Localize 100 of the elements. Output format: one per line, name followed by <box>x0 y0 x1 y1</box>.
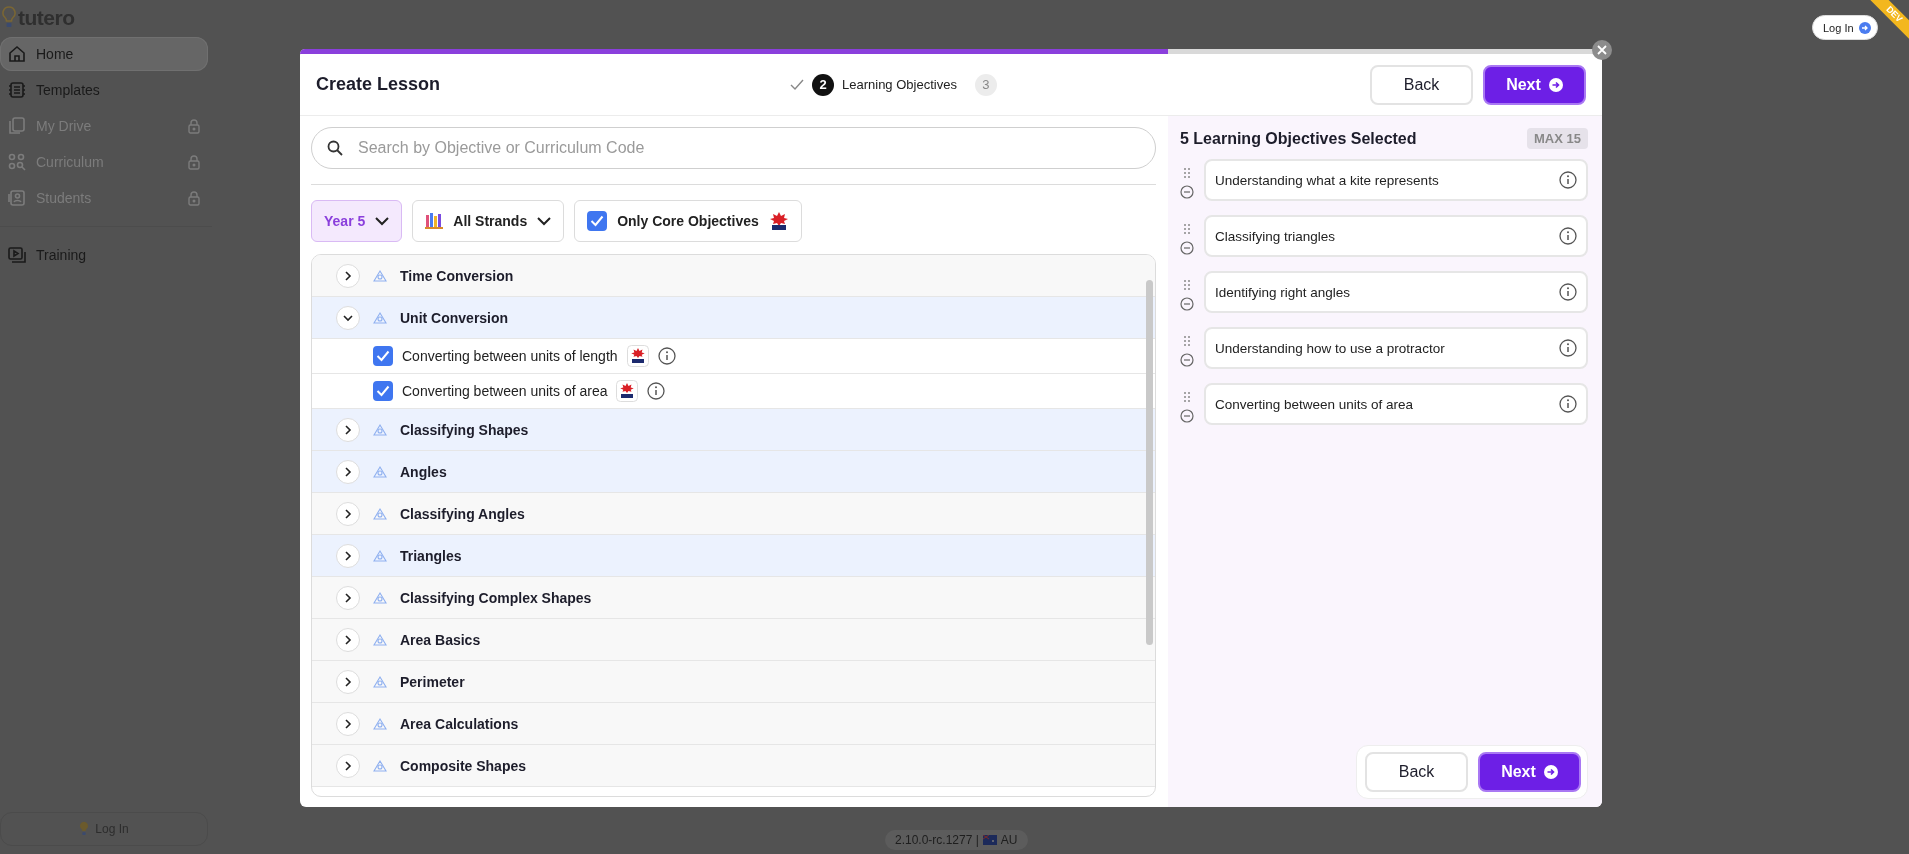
topic-row[interactable]: Triangles <box>312 535 1155 577</box>
remove-icon[interactable] <box>1180 185 1194 199</box>
topic-label: Classifying Angles <box>400 505 525 522</box>
drag-handle-icon[interactable] <box>1183 335 1191 347</box>
arrow-icon <box>1543 765 1558 779</box>
arrow-icon <box>1858 21 1871 34</box>
objective-label: Converting between units of area <box>1215 396 1414 412</box>
chevron-icon <box>343 550 353 561</box>
objective-label: Classifying triangles <box>1215 228 1336 244</box>
topic-row[interactable]: Unit Conversion <box>312 297 1155 339</box>
year-dropdown[interactable]: Year 5 <box>311 200 403 242</box>
scrollbar[interactable] <box>1146 280 1153 645</box>
checkbox[interactable] <box>587 211 608 231</box>
info-icon[interactable] <box>647 382 666 400</box>
chevron-icon <box>537 216 552 226</box>
topic-row[interactable]: Area Basics <box>312 619 1155 661</box>
search-field[interactable]: Search by Objective or Curriculum Code <box>311 127 1156 169</box>
info-icon[interactable] <box>1559 339 1577 357</box>
topic-label: Time Conversion <box>400 267 514 284</box>
expand-toggle[interactable] <box>336 263 360 288</box>
version-text: 2.10.0-rc.1277 | <box>895 833 979 847</box>
objective-label: Converting between units of area <box>402 383 608 399</box>
region-text: AU <box>1000 833 1018 847</box>
topic-row[interactable]: Classifying Angles <box>312 493 1155 535</box>
expand-toggle[interactable] <box>336 305 360 330</box>
checkmark-icon <box>590 215 605 227</box>
lock-icon <box>188 154 200 170</box>
expand-toggle[interactable] <box>336 459 360 484</box>
nav-icon <box>8 117 26 135</box>
expand-toggle[interactable] <box>336 501 360 526</box>
dialog-title: Create Lesson <box>316 74 442 95</box>
drag-handle-icon[interactable] <box>1183 279 1191 291</box>
remove-icon[interactable] <box>1180 297 1194 311</box>
drag-handle-icon[interactable] <box>1183 391 1191 403</box>
search-icon <box>327 140 343 156</box>
objective-label: Identifying right angles <box>1215 284 1351 300</box>
topic-row[interactable]: Classifying Complex Shapes <box>312 577 1155 619</box>
checkbox[interactable] <box>373 346 393 366</box>
close-icon <box>1597 45 1607 55</box>
chevron-icon <box>343 424 353 435</box>
drag-handle-icon[interactable] <box>1183 167 1191 179</box>
lock-icon <box>188 118 200 134</box>
chevron-icon <box>343 508 353 519</box>
nav-icon <box>8 81 26 99</box>
close-button[interactable] <box>1592 40 1612 60</box>
drag-handle-icon[interactable] <box>1183 223 1191 235</box>
topic-label: Area Basics <box>400 631 481 648</box>
expand-toggle[interactable] <box>336 543 360 568</box>
chevron-icon <box>375 216 390 226</box>
back-button[interactable]: Back <box>1365 752 1468 792</box>
expand-toggle[interactable] <box>336 417 360 442</box>
chevron-icon <box>343 676 353 687</box>
topic-label: Angles <box>400 463 447 480</box>
lightbulb-icon <box>79 821 90 837</box>
topic-row[interactable]: Classifying Shapes <box>312 409 1155 451</box>
checkbox[interactable] <box>373 381 393 401</box>
back-button[interactable]: Back <box>1370 64 1473 105</box>
expand-toggle[interactable] <box>336 585 360 610</box>
flag-icon <box>982 835 997 845</box>
chevron-icon <box>343 718 353 729</box>
chevron-icon <box>343 760 353 771</box>
expand-toggle[interactable] <box>336 627 360 652</box>
info-icon[interactable] <box>1559 395 1577 413</box>
topic-label: Classifying Complex Shapes <box>400 589 592 606</box>
emblem-icon <box>626 345 649 367</box>
chevron-icon <box>343 466 353 477</box>
topic-row[interactable]: Time Conversion <box>312 255 1155 297</box>
topic-label: Triangles <box>400 547 462 564</box>
login-button[interactable]: Log In <box>1812 15 1878 40</box>
topic-row[interactable]: Angles <box>312 451 1155 493</box>
expand-toggle[interactable] <box>336 711 360 736</box>
topic-row[interactable]: Area Calculations <box>312 703 1155 745</box>
chevron-icon <box>343 592 353 603</box>
core-objectives-toggle[interactable]: Only Core Objectives <box>574 200 802 242</box>
lightbulb-icon <box>2 6 16 30</box>
checkmark-icon <box>376 385 390 397</box>
topic-row[interactable]: Perimeter <box>312 661 1155 703</box>
strands-dropdown[interactable]: All Strands <box>412 200 565 242</box>
topic-row[interactable]: Composite Shapes <box>312 745 1155 787</box>
topic-label: Unit Conversion <box>400 309 509 326</box>
remove-icon[interactable] <box>1180 409 1194 423</box>
remove-icon[interactable] <box>1180 241 1194 255</box>
expand-toggle[interactable] <box>336 669 360 694</box>
info-icon[interactable] <box>1559 227 1577 245</box>
objective-label: Understanding what a kite represents <box>1215 172 1439 188</box>
next-button[interactable]: Next <box>1483 64 1586 105</box>
remove-icon[interactable] <box>1180 353 1194 367</box>
nav-icon <box>8 246 26 264</box>
expand-toggle[interactable] <box>336 753 360 778</box>
checkmark-icon <box>376 350 390 362</box>
chevron-icon <box>343 634 353 645</box>
info-icon[interactable] <box>1559 171 1577 189</box>
next-button[interactable]: Next <box>1478 752 1581 792</box>
step-number: 3 <box>974 73 997 96</box>
chevron-icon <box>343 270 353 281</box>
info-icon[interactable] <box>657 347 676 365</box>
emblem-icon <box>616 380 639 402</box>
nav-icon <box>8 153 26 171</box>
nav-icon <box>8 45 26 63</box>
info-icon[interactable] <box>1559 283 1577 301</box>
